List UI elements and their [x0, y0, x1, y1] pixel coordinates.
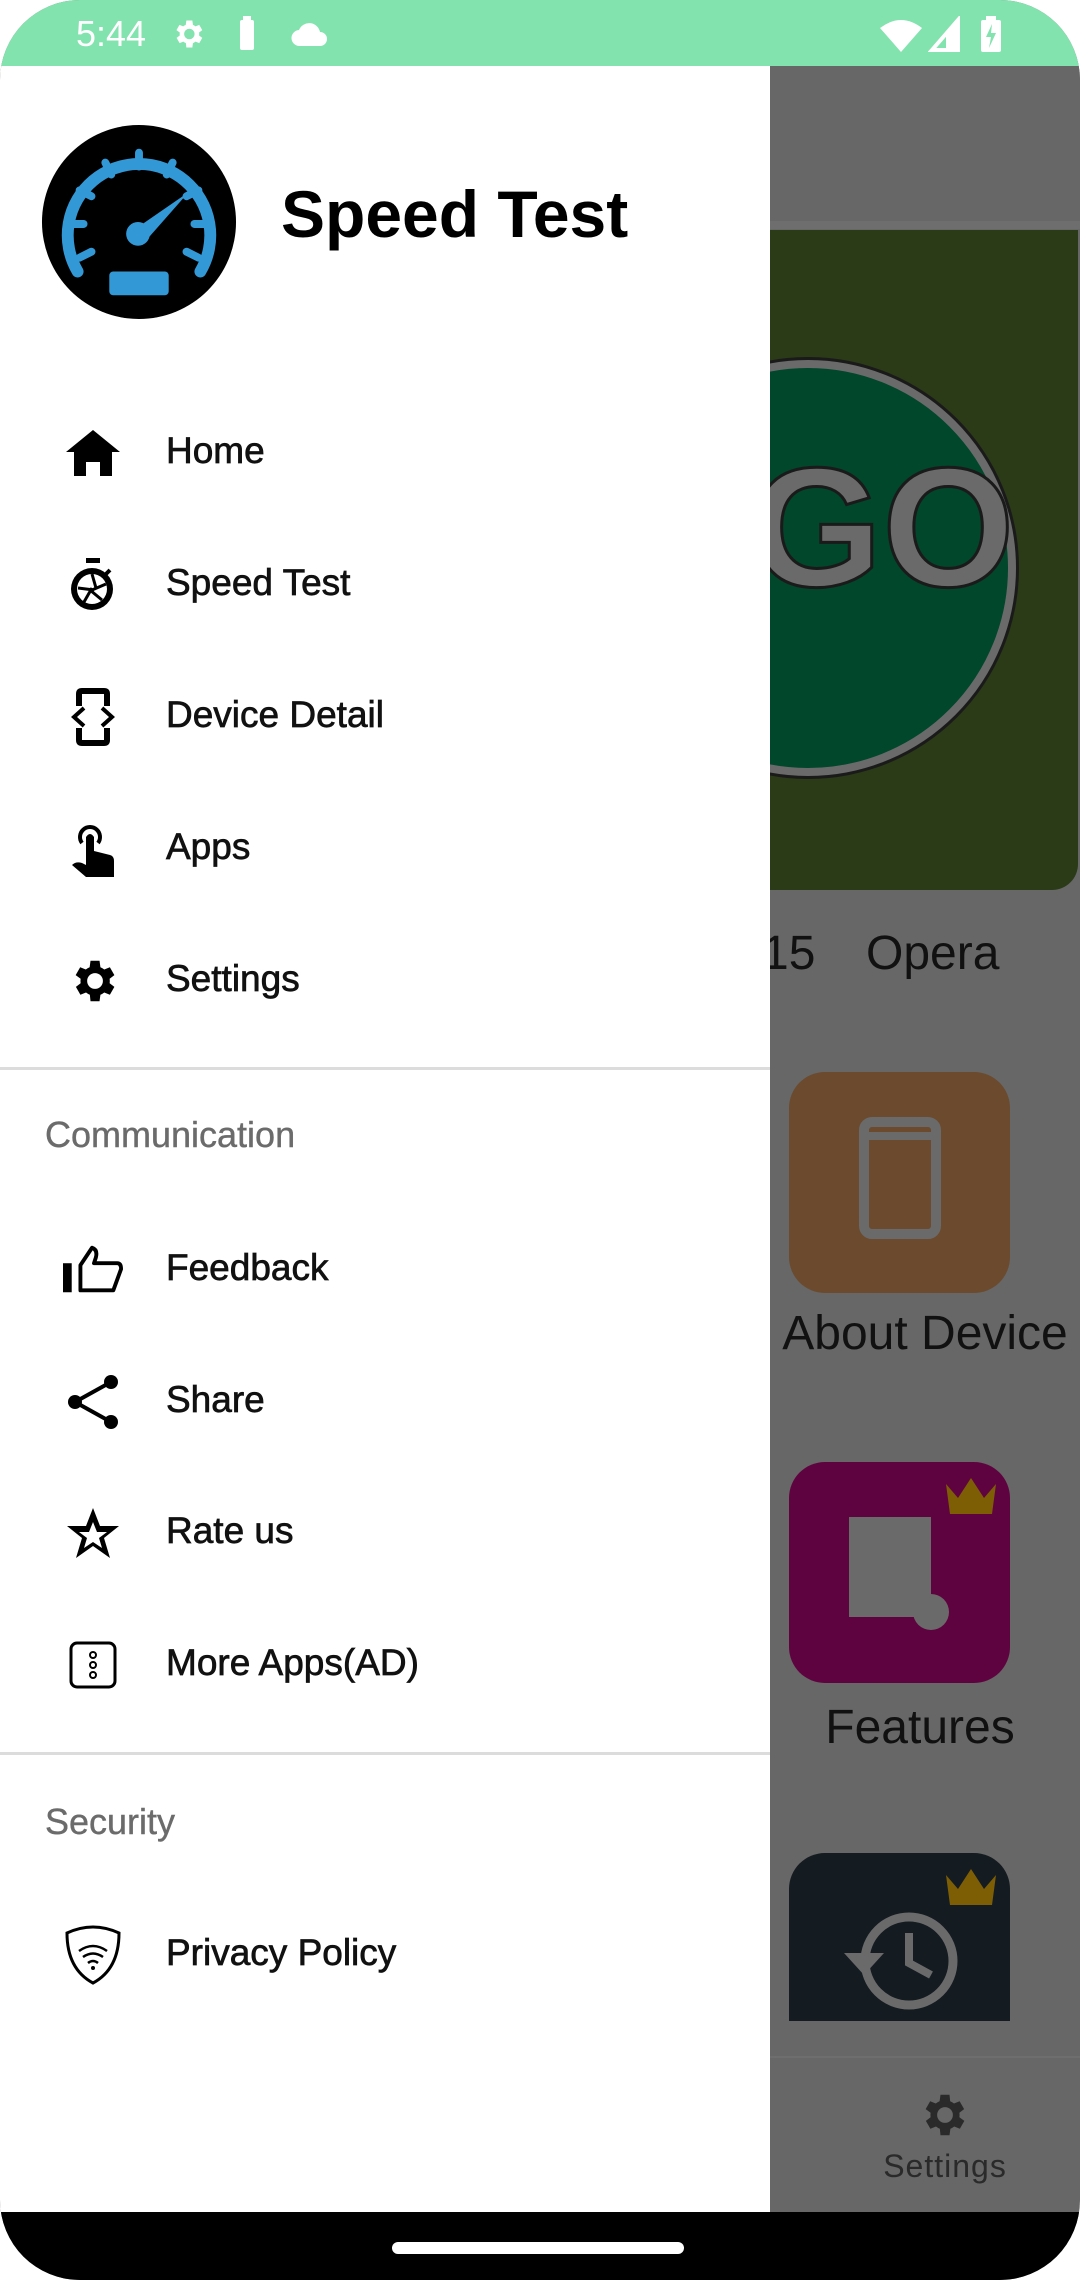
more-apps-icon [63, 1640, 123, 1690]
bottom-nav: Settings [770, 2056, 1080, 2214]
info-label: Opera [866, 927, 1000, 980]
go-button-label: GO [770, 432, 1016, 625]
status-time: 5:44 [76, 13, 147, 54]
home-indicator[interactable] [392, 2242, 684, 2254]
drawer-item-label: Privacy Policy [166, 1932, 397, 1974]
drawer-item-label: Feedback [166, 1247, 329, 1289]
status-bar: 5:44 [0, 0, 1080, 66]
device-code-icon [63, 688, 123, 746]
info-value: 15 [762, 927, 816, 980]
shield-wifi-icon [63, 1925, 123, 1985]
navigation-drawer: Speed Test Home Speed Test Device Detail… [0, 66, 770, 2212]
drawer-item-privacy-policy[interactable]: Privacy Policy [0, 1894, 770, 2014]
divider [0, 1067, 770, 1070]
background-app[interactable]: GO 15 Opera About Device Features Settin… [762, 66, 1080, 2214]
drawer-item-speed-test[interactable]: Speed Test [0, 524, 770, 644]
drawer-item-label: Rate us [166, 1510, 294, 1552]
drawer-item-label: Apps [166, 826, 251, 868]
system-navigation-bar [0, 2212, 1080, 2280]
drawer-item-label: More Apps(AD) [166, 1642, 420, 1684]
star-icon [63, 1508, 123, 1558]
drawer-item-label: Settings [166, 958, 300, 1000]
drawer-item-home[interactable]: Home [0, 392, 770, 512]
touch-app-icon [63, 824, 123, 877]
divider [0, 1752, 770, 1755]
history-tile[interactable] [789, 1853, 1010, 2021]
go-card[interactable]: GO [770, 230, 1078, 890]
battery-charging-icon [981, 16, 1001, 52]
drawer-item-rate-us[interactable]: Rate us [0, 1472, 770, 1592]
app-title: Speed Test [281, 177, 629, 251]
features-label: Features [825, 1701, 1015, 1754]
wifi-icon [880, 20, 922, 52]
crown-icon [946, 1478, 996, 1514]
battery-saver-icon [240, 16, 254, 50]
cloud-icon [291, 23, 327, 47]
gear-icon [176, 20, 203, 48]
background-toolbar [770, 66, 1080, 229]
gear-icon [925, 2094, 965, 2136]
drawer-item-more-apps[interactable]: More Apps(AD) [0, 1604, 770, 1724]
speedometer-icon [41, 124, 237, 320]
section-title-security: Security [45, 1801, 176, 1842]
screen: GO 15 Opera About Device Features Settin… [0, 0, 1080, 2280]
crown-icon [946, 1869, 996, 1905]
drawer-item-device-detail[interactable]: Device Detail [0, 656, 770, 776]
drawer-item-label: Device Detail [166, 694, 385, 736]
bottom-nav-settings-label[interactable]: Settings [830, 2148, 1060, 2185]
stopwatch-icon [63, 558, 123, 610]
drawer-item-feedback[interactable]: Feedback [0, 1209, 770, 1329]
drawer-item-label: Home [166, 430, 265, 472]
home-icon [63, 428, 123, 478]
about-device-label: About Device [782, 1307, 1068, 1360]
drawer-item-label: Share [166, 1379, 265, 1421]
features-tile[interactable] [789, 1462, 1010, 1683]
share-icon [63, 1375, 123, 1429]
drawer-item-share[interactable]: Share [0, 1341, 770, 1461]
drawer-item-apps[interactable]: Apps [0, 788, 770, 908]
drawer-item-settings[interactable]: Settings [0, 920, 770, 1040]
phone-icon [859, 1117, 941, 1239]
signal-icon [928, 16, 960, 52]
bottom-nav-settings[interactable] [918, 2088, 972, 2147]
thumbs-up-icon [63, 1245, 123, 1295]
gear-icon [63, 956, 123, 1006]
drawer-item-label: Speed Test [166, 562, 351, 604]
about-device-tile[interactable] [789, 1072, 1010, 1293]
section-title-communication: Communication [45, 1114, 296, 1155]
